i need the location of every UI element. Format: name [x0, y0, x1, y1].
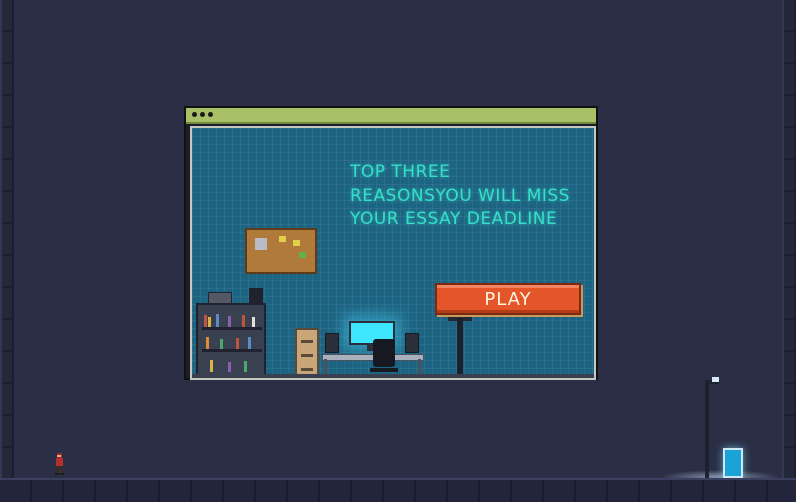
game-screen: TOP THREE REASONSYOU WILL MISS YOUR ESSA… [190, 126, 596, 380]
filing-cabinet-icon [295, 328, 319, 378]
bookshelf-icon [196, 303, 266, 378]
room-floor [192, 374, 594, 378]
sticky-note-icon [279, 236, 286, 242]
sign-post [457, 318, 463, 378]
desk-lamp-icon [249, 288, 263, 303]
window-dot-icon [200, 112, 205, 117]
player-character-icon[interactable] [54, 453, 64, 475]
left-wall-pillar [0, 0, 14, 480]
play-button[interactable]: PLAY [435, 283, 581, 315]
title-line-3: YOUR ESSAY DEADLINE [350, 209, 558, 229]
title-line-1: TOP THREE [350, 162, 451, 182]
game-title: TOP THREE REASONSYOU WILL MISS YOUR ESSA… [350, 161, 594, 232]
ground-floor [0, 478, 796, 502]
window-titlebar [186, 108, 596, 124]
street-lamp-icon [705, 383, 709, 478]
corkboard-icon [245, 228, 317, 274]
street-lamp-bulb [712, 377, 719, 382]
office-chair-icon [373, 339, 395, 367]
sticky-note-icon [293, 240, 300, 246]
paper-note-icon [255, 238, 267, 250]
chair-base [370, 368, 398, 372]
title-line-2: REASONSYOU WILL MISS [350, 185, 570, 206]
window-dot-icon [208, 112, 213, 117]
game-window: TOP THREE REASONSYOU WILL MISS YOUR ESSA… [184, 106, 598, 380]
exit-door-icon[interactable] [723, 448, 743, 478]
speaker-icon [325, 333, 339, 353]
right-wall-pillar [782, 0, 796, 480]
speaker-icon [405, 333, 419, 353]
window-dot-icon [192, 112, 197, 117]
sticky-note-icon [299, 252, 306, 258]
